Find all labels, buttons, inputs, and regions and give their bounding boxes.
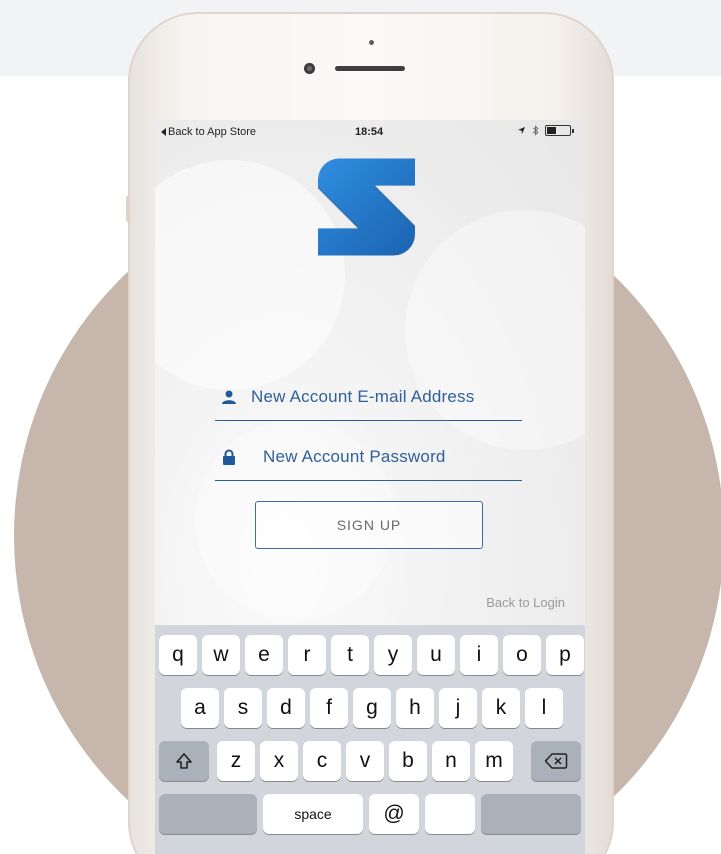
password-field[interactable]: New Account Password	[215, 433, 522, 481]
email-placeholder: New Account E-mail Address	[251, 386, 475, 406]
keyboard-row-4: space @	[155, 794, 585, 836]
backspace-icon	[544, 753, 568, 769]
key-v[interactable]: v	[346, 741, 384, 781]
at-key[interactable]: @	[369, 794, 419, 834]
app-screen: Back to App Store 18:54 New Account E-ma…	[155, 120, 585, 854]
key-a[interactable]: a	[181, 688, 219, 728]
shift-key[interactable]	[159, 741, 209, 781]
keyboard-row-2: a s d f g h j k l	[155, 688, 585, 730]
key-d[interactable]: d	[267, 688, 305, 728]
key-s[interactable]: s	[224, 688, 262, 728]
key-t[interactable]: t	[331, 635, 369, 675]
keyboard-row-3: z x c v b n m	[155, 741, 585, 783]
app-logo-icon	[318, 158, 415, 256]
key-z[interactable]: z	[217, 741, 255, 781]
battery-level	[547, 127, 556, 134]
shift-icon	[176, 753, 192, 769]
period-key[interactable]	[425, 794, 475, 834]
key-y[interactable]: y	[374, 635, 412, 675]
background-decoration	[155, 160, 345, 390]
location-arrow-icon	[517, 126, 526, 135]
key-h[interactable]: h	[396, 688, 434, 728]
front-camera-icon	[304, 63, 315, 74]
key-f[interactable]: f	[310, 688, 348, 728]
earpiece-speaker-icon	[335, 66, 405, 71]
key-g[interactable]: g	[353, 688, 391, 728]
key-q[interactable]: q	[159, 635, 197, 675]
space-key[interactable]: space	[263, 794, 363, 834]
back-arrow-icon	[161, 128, 166, 136]
key-i[interactable]: i	[460, 635, 498, 675]
keyboard-mode-key[interactable]	[159, 794, 257, 834]
proximity-sensor-icon	[369, 40, 374, 45]
back-to-login-link[interactable]: Back to Login	[486, 595, 565, 610]
email-field[interactable]: New Account E-mail Address	[215, 373, 522, 421]
promo-stage: Back to App Store 18:54 New Account E-ma…	[0, 0, 721, 854]
back-to-app-store-link[interactable]: Back to App Store	[161, 126, 256, 138]
battery-tip	[572, 129, 574, 133]
user-icon	[222, 390, 236, 404]
back-to-app-store-label: Back to App Store	[168, 126, 257, 138]
key-b[interactable]: b	[389, 741, 427, 781]
key-p[interactable]: p	[546, 635, 584, 675]
password-placeholder: New Account Password	[263, 446, 446, 466]
key-x[interactable]: x	[260, 741, 298, 781]
key-l[interactable]: l	[525, 688, 563, 728]
delete-key[interactable]	[531, 741, 581, 781]
key-c[interactable]: c	[303, 741, 341, 781]
status-indicators	[517, 125, 574, 136]
battery-icon	[545, 125, 574, 136]
return-key[interactable]	[481, 794, 581, 834]
phone-side-button	[126, 196, 130, 222]
key-w[interactable]: w	[202, 635, 240, 675]
key-o[interactable]: o	[503, 635, 541, 675]
keyboard-row-1: q w e r t y u i o p	[155, 635, 585, 677]
ios-keyboard: q w e r t y u i o p a s d f g h j k l z …	[155, 625, 585, 854]
key-e[interactable]: e	[245, 635, 283, 675]
key-k[interactable]: k	[482, 688, 520, 728]
key-m[interactable]: m	[475, 741, 513, 781]
lock-icon	[223, 449, 235, 465]
status-time: 18:54	[355, 126, 384, 138]
key-r[interactable]: r	[288, 635, 326, 675]
key-j[interactable]: j	[439, 688, 477, 728]
status-bar: Back to App Store 18:54	[155, 120, 585, 144]
key-n[interactable]: n	[432, 741, 470, 781]
key-u[interactable]: u	[417, 635, 455, 675]
sign-up-button[interactable]: SIGN UP	[255, 501, 483, 549]
bluetooth-icon	[532, 125, 539, 136]
